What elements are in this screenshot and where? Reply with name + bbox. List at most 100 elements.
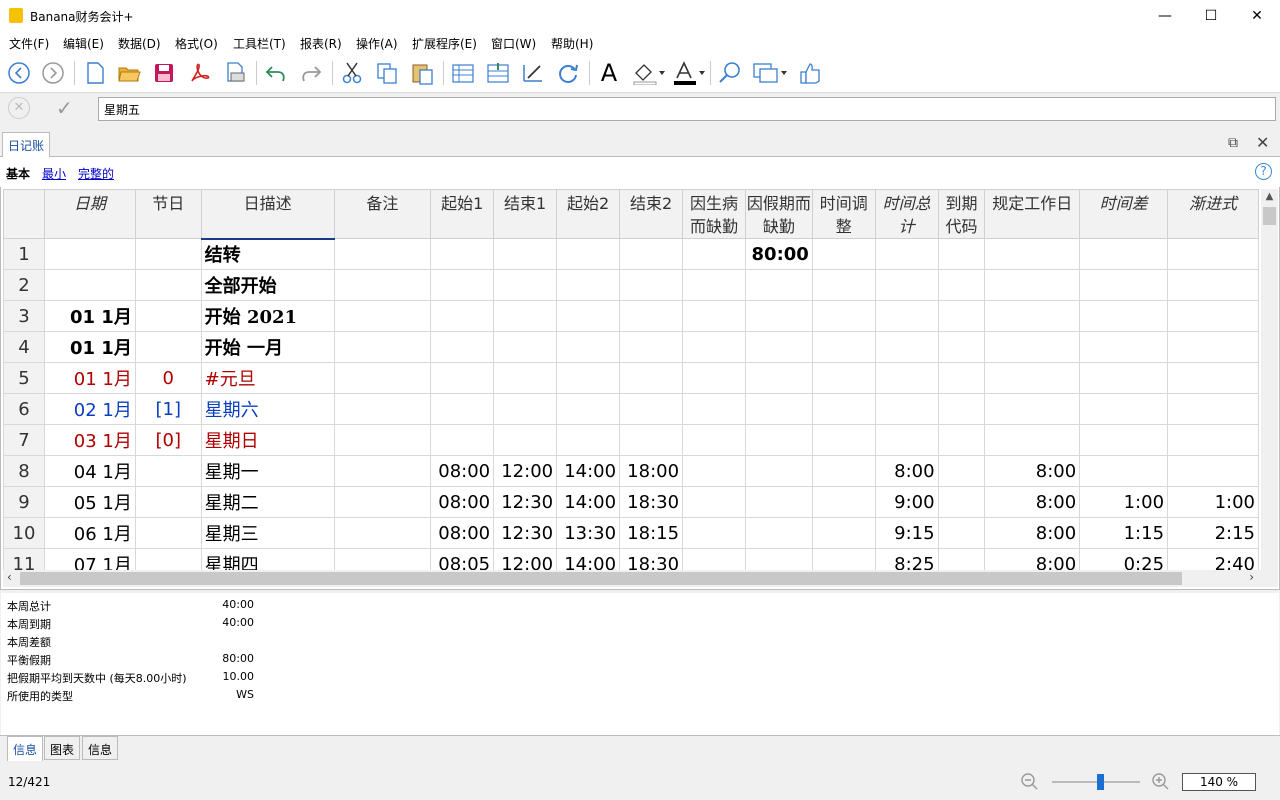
cell-holiday[interactable]	[134, 486, 202, 518]
cell-time-total[interactable]: 9:00	[874, 486, 939, 518]
cell-holiday[interactable]: 0	[134, 362, 202, 394]
cell-holiday[interactable]	[134, 300, 202, 332]
cell-sick-absence[interactable]	[682, 300, 746, 332]
scroll-right-icon[interactable]: ›	[1249, 570, 1254, 584]
cell-end1[interactable]	[493, 300, 558, 332]
cell-start1[interactable]: 08:00	[430, 455, 495, 487]
cell-time-difference[interactable]	[1079, 455, 1169, 487]
menu-help[interactable]: 帮助(H)	[551, 35, 593, 52]
cell-start2[interactable]	[556, 238, 621, 270]
cell-progressive[interactable]: 1:00	[1167, 486, 1259, 518]
cell-start2[interactable]: 14:00	[556, 486, 621, 518]
cell-start1[interactable]	[430, 424, 495, 456]
maximize-icon[interactable]: ☐	[1188, 0, 1234, 31]
header-vacation-absence[interactable]: 因假期而缺勤	[744, 189, 813, 239]
cell-date[interactable]: 03 1月	[43, 424, 136, 456]
tab-info[interactable]: 信息	[7, 736, 44, 761]
cell-start1[interactable]: 08:05	[430, 548, 495, 570]
cell-vacation-absence[interactable]	[744, 300, 813, 332]
cell-time-difference[interactable]	[1079, 300, 1169, 332]
cell-vacation-absence[interactable]	[744, 548, 813, 570]
cell-progressive[interactable]	[1167, 331, 1259, 363]
cell-notes[interactable]	[333, 486, 432, 518]
open-folder-icon[interactable]	[116, 60, 142, 86]
row-number[interactable]: 10	[3, 517, 45, 549]
cell-notes[interactable]	[333, 548, 432, 570]
cell-workday-due[interactable]: 8:00	[984, 486, 1081, 518]
menu-edit[interactable]: 编辑(E)	[63, 35, 104, 52]
header-time-difference[interactable]: 时间差	[1079, 189, 1169, 239]
cell-workday-due[interactable]	[984, 393, 1081, 425]
cell-vacation-absence[interactable]	[744, 393, 813, 425]
header-workday-due[interactable]: 规定工作日	[984, 189, 1081, 239]
cell-start1[interactable]	[430, 300, 495, 332]
cell-time-total[interactable]: 8:25	[874, 548, 939, 570]
cell-due-code[interactable]	[937, 548, 986, 570]
cell-notes[interactable]	[333, 393, 432, 425]
cell-end1[interactable]: 12:30	[493, 517, 558, 549]
cell-notes[interactable]	[333, 331, 432, 363]
cell-time-difference[interactable]	[1079, 393, 1169, 425]
cell-sick-absence[interactable]	[682, 517, 746, 549]
cell-start2[interactable]	[556, 300, 621, 332]
header-notes[interactable]: 备注	[333, 189, 432, 239]
cell-end2[interactable]	[619, 362, 684, 394]
cell-due-code[interactable]	[937, 331, 986, 363]
cell-holiday[interactable]	[134, 269, 202, 301]
cell-day-description[interactable]: 星期日	[200, 424, 335, 456]
cell-vacation-absence[interactable]	[744, 269, 813, 301]
cell-start2[interactable]	[556, 424, 621, 456]
cell-day-description[interactable]: 结转	[200, 238, 335, 270]
row-number[interactable]: 1	[3, 238, 45, 270]
cell-time-difference[interactable]	[1079, 424, 1169, 456]
cell-time-difference[interactable]	[1079, 269, 1169, 301]
thumbs-up-icon[interactable]	[797, 60, 823, 86]
header-end2[interactable]: 结束2	[619, 189, 684, 239]
cell-date[interactable]: 07 1月	[43, 548, 136, 570]
tab-chart[interactable]: 图表	[44, 736, 81, 760]
cell-time-difference[interactable]	[1079, 362, 1169, 394]
cell-end1[interactable]: 12:00	[493, 455, 558, 487]
text-color-icon[interactable]	[672, 60, 706, 86]
menu-window[interactable]: 窗口(W)	[491, 35, 536, 52]
fill-color-icon[interactable]	[632, 60, 666, 86]
new-file-icon[interactable]	[82, 60, 108, 86]
cell-holiday[interactable]: [1]	[134, 393, 202, 425]
cell-workday-due[interactable]: 8:00	[984, 548, 1081, 570]
cell-workday-due[interactable]: 8:00	[984, 455, 1081, 487]
vertical-scroll-thumb[interactable]	[1263, 207, 1276, 225]
row-number[interactable]: 2	[3, 269, 45, 301]
cell-time-difference[interactable]: 1:15	[1079, 517, 1169, 549]
cell-due-code[interactable]	[937, 362, 986, 394]
cell-progressive[interactable]	[1167, 424, 1259, 456]
cell-holiday[interactable]	[134, 517, 202, 549]
cell-time-total[interactable]	[874, 362, 939, 394]
cell-notes[interactable]	[333, 362, 432, 394]
cell-day-description[interactable]: 开始 一月	[200, 331, 335, 363]
menu-extensions[interactable]: 扩展程序(E)	[412, 35, 477, 52]
cell-start1[interactable]: 08:00	[430, 486, 495, 518]
cell-date[interactable]	[43, 238, 136, 270]
cell-time-adjustment[interactable]	[811, 269, 876, 301]
cell-time-adjustment[interactable]	[811, 238, 876, 270]
header-end1[interactable]: 结束1	[493, 189, 558, 239]
cell-start1[interactable]	[430, 331, 495, 363]
view-minimal[interactable]: 最小	[42, 165, 66, 182]
add-row-icon[interactable]	[450, 60, 476, 86]
cell-end2[interactable]: 18:30	[619, 548, 684, 570]
cell-workday-due[interactable]	[984, 238, 1081, 270]
cell-time-adjustment[interactable]	[811, 331, 876, 363]
cell-end2[interactable]	[619, 393, 684, 425]
cell-time-total[interactable]: 8:00	[874, 455, 939, 487]
minimize-icon[interactable]: —	[1142, 0, 1188, 31]
cell-day-description[interactable]: #元旦	[200, 362, 335, 394]
cell-workday-due[interactable]	[984, 424, 1081, 456]
cell-date[interactable]: 01 1月	[43, 331, 136, 363]
window-layout-icon[interactable]	[752, 60, 788, 86]
cell-workday-due[interactable]: 8:00	[984, 517, 1081, 549]
cell-holiday[interactable]	[134, 455, 202, 487]
cell-time-adjustment[interactable]	[811, 424, 876, 456]
cell-notes[interactable]	[333, 269, 432, 301]
header-time-total[interactable]: 时间总计	[874, 189, 939, 239]
scroll-left-icon[interactable]: ‹	[7, 570, 12, 584]
